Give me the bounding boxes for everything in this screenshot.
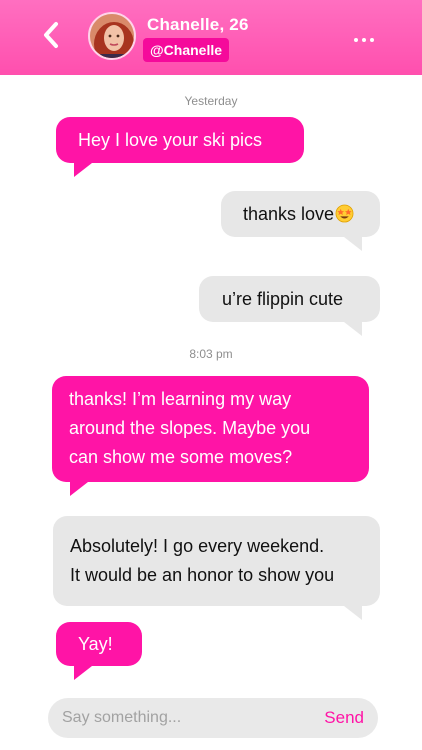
more-options-button[interactable] xyxy=(350,28,378,48)
ellipsis-icon xyxy=(354,38,358,42)
message-text: Hey I love your ski pics xyxy=(78,130,263,150)
message-bubble-received[interactable]: Yay! xyxy=(56,622,142,680)
message-text-line: It would be an honor to show you xyxy=(70,565,335,585)
message-text-line: can show me some moves? xyxy=(69,447,293,467)
timestamp: Yesterday xyxy=(184,94,238,108)
message-text: u’re flippin cute xyxy=(222,289,344,309)
message-composer: Send xyxy=(48,698,378,738)
contact-name: Chanelle, 26 xyxy=(147,15,249,34)
message-bubble-received[interactable]: Hey I love your ski pics xyxy=(56,117,304,177)
star-struck-emoji-icon xyxy=(335,204,354,223)
message-text: thanks love xyxy=(243,204,335,224)
message-text-line: thanks! I’m learning my way xyxy=(69,389,292,409)
message-text-line: Absolutely! I go every weekend. xyxy=(70,536,325,556)
message-text: Yay! xyxy=(78,634,113,654)
message-text-line: around the slopes. Maybe you xyxy=(69,418,311,438)
send-button[interactable]: Send xyxy=(324,708,364,728)
message-bubble-sent[interactable]: thanks love xyxy=(221,191,380,251)
chevron-left-icon xyxy=(44,22,58,48)
message-bubble-received[interactable]: thanks! I’m learning my way around the s… xyxy=(52,376,369,496)
message-bubble-sent[interactable]: u’re flippin cute xyxy=(199,276,380,336)
back-button[interactable] xyxy=(36,18,70,52)
chat-header: Chanelle, 26 @Chanelle xyxy=(0,0,422,75)
timestamp: 8:03 pm xyxy=(189,347,233,361)
avatar[interactable] xyxy=(88,12,136,60)
contact-handle[interactable]: @Chanelle xyxy=(143,38,230,62)
message-input[interactable] xyxy=(62,698,302,738)
message-bubble-sent[interactable]: Absolutely! I go every weekend. It would… xyxy=(53,516,380,620)
